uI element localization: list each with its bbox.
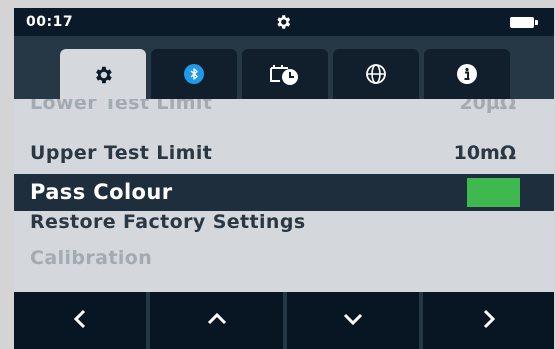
- tab-language[interactable]: [333, 49, 419, 99]
- nav-up-button[interactable]: [150, 292, 283, 349]
- menu-item-upper-test-limit[interactable]: Upper Test Limit 10mΩ: [14, 136, 554, 172]
- nav-down-button[interactable]: [287, 292, 419, 349]
- bluetooth-icon: [184, 64, 204, 84]
- menu-item-value: 20µΩ: [459, 99, 516, 114]
- menu-item-value: 10mΩ: [453, 142, 516, 164]
- nav-right-button[interactable]: [423, 292, 554, 349]
- menu-item-lower-test-limit[interactable]: Lower Test Limit 20µΩ: [14, 99, 554, 135]
- menu-item-calibration[interactable]: Calibration: [14, 247, 554, 286]
- colour-swatch: [467, 178, 520, 207]
- tab-bluetooth[interactable]: [151, 49, 237, 99]
- tab-info[interactable]: [424, 49, 510, 99]
- info-icon: [456, 63, 478, 85]
- device-screen: 00:17 Lower Test Limit 20µΩ Upper Test L…: [14, 8, 554, 349]
- menu-item-label: Pass Colour: [30, 180, 173, 204]
- menu-item-pass-colour[interactable]: Pass Colour: [14, 174, 554, 211]
- settings-list: Lower Test Limit 20µΩ Upper Test Limit 1…: [14, 99, 554, 292]
- tab-bar: [14, 36, 554, 100]
- menu-item-label: Calibration: [30, 247, 153, 269]
- menu-item-label: Lower Test Limit: [30, 99, 213, 114]
- chevron-right-icon: [481, 308, 497, 334]
- chevron-down-icon: [342, 311, 364, 331]
- status-bar: 00:17: [14, 8, 554, 36]
- chevron-left-icon: [72, 308, 88, 334]
- gear-icon: [274, 13, 292, 35]
- menu-item-restore-factory-settings[interactable]: Restore Factory Settings: [14, 211, 554, 248]
- battery-icon: [510, 17, 538, 28]
- tab-clock-settings[interactable]: [242, 49, 328, 99]
- clock-time: 00:17: [26, 14, 74, 30]
- menu-item-label: Upper Test Limit: [30, 142, 213, 164]
- chevron-up-icon: [206, 311, 228, 331]
- menu-item-label: Restore Factory Settings: [30, 211, 306, 233]
- clock-settings-icon: [268, 62, 302, 86]
- nav-left-button[interactable]: [14, 292, 146, 349]
- globe-icon: [365, 63, 387, 85]
- tab-settings[interactable]: [60, 49, 146, 100]
- navigation-bar: [14, 292, 554, 349]
- gear-icon: [92, 64, 114, 86]
